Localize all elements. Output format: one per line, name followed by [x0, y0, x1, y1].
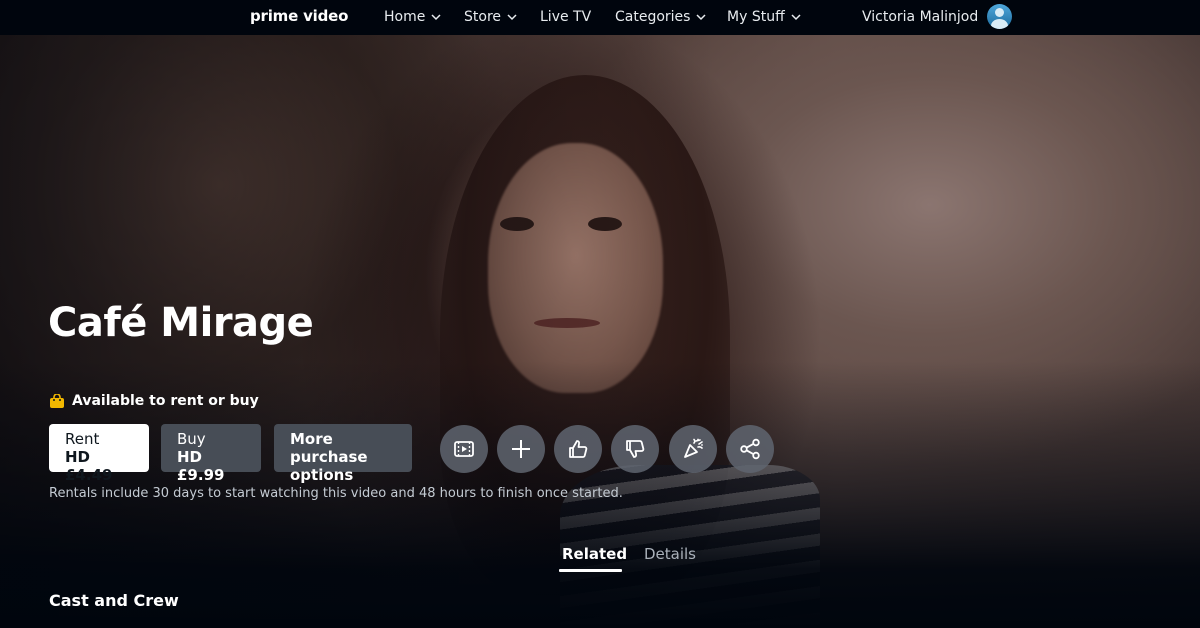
- nav-my-stuff-label: My Stuff: [727, 9, 785, 25]
- top-navigation: prime video Home Store Live TV Categorie…: [0, 0, 1200, 35]
- nav-categories[interactable]: Categories: [615, 9, 706, 25]
- rental-terms-note: Rentals include 30 days to start watchin…: [49, 486, 623, 501]
- more-purchase-line1: More purchase: [290, 430, 368, 466]
- dislike-button[interactable]: [611, 425, 659, 473]
- buy-button[interactable]: Buy HD £9.99: [161, 424, 261, 484]
- watch-party-button[interactable]: [669, 425, 717, 473]
- buy-button-price: HD £9.99: [177, 448, 225, 484]
- rent-button[interactable]: Rent HD £4.49: [49, 424, 149, 484]
- availability-text: Available to rent or buy: [72, 393, 259, 409]
- nav-store[interactable]: Store: [464, 9, 517, 25]
- nav-store-label: Store: [464, 9, 502, 25]
- nav-live-tv-label: Live TV: [540, 9, 592, 25]
- nav-my-stuff[interactable]: My Stuff: [727, 9, 801, 25]
- share-icon: [740, 438, 760, 460]
- nav-live-tv[interactable]: Live TV: [540, 9, 591, 25]
- tab-details[interactable]: Details: [644, 545, 696, 563]
- add-to-watchlist-icon: [512, 440, 530, 458]
- prime-video-logo[interactable]: prime video: [250, 7, 348, 25]
- chevron-down-icon: [791, 14, 801, 21]
- share-button[interactable]: [726, 425, 774, 473]
- availability-label: Available to rent or buy: [49, 393, 259, 409]
- active-tab-indicator: [559, 569, 622, 572]
- tab-related[interactable]: Related: [562, 545, 627, 563]
- page-title: Café Mirage: [48, 300, 314, 346]
- user-name[interactable]: Victoria Malinjod: [862, 9, 978, 25]
- nav-home-label: Home: [384, 9, 426, 25]
- chevron-down-icon: [696, 14, 706, 21]
- like-button[interactable]: [554, 425, 602, 473]
- more-purchase-line2: options: [290, 466, 354, 484]
- cast-and-crew-heading: Cast and Crew: [49, 591, 179, 610]
- more-purchase-options-button[interactable]: More purchase options: [274, 424, 412, 484]
- nav-home[interactable]: Home: [384, 9, 441, 25]
- trailer-icon: [454, 441, 474, 457]
- thumbs-down-icon: [626, 440, 645, 458]
- party-icon: [684, 438, 703, 458]
- avatar-body: [991, 19, 1008, 29]
- buy-button-label: Buy: [177, 430, 206, 448]
- thumbs-up-icon: [569, 440, 588, 458]
- trailer-button[interactable]: [440, 425, 488, 473]
- rent-button-price: HD £4.49: [65, 448, 113, 484]
- rent-button-label: Rent: [65, 430, 100, 448]
- add-to-watchlist-button[interactable]: [497, 425, 545, 473]
- nav-categories-label: Categories: [615, 9, 691, 25]
- avatar-head: [995, 8, 1004, 17]
- shopping-bag-icon: [50, 393, 64, 408]
- chevron-down-icon: [431, 14, 441, 21]
- profile-avatar-icon[interactable]: [987, 4, 1012, 29]
- chevron-down-icon: [507, 14, 517, 21]
